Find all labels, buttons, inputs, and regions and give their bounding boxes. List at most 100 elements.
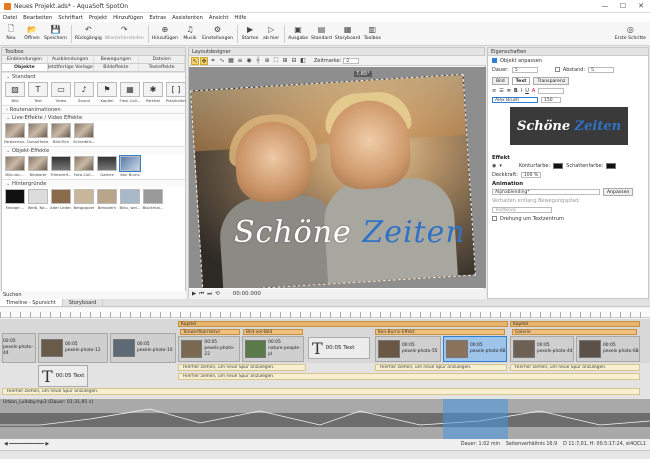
align-right-icon[interactable]: ≣ xyxy=(507,88,511,94)
bg-farbig[interactable]: Farbige ... xyxy=(5,189,25,210)
zoom-tool-icon[interactable]: ⊕ xyxy=(263,57,271,65)
tool-galerie[interactable]: Galerie xyxy=(97,156,117,177)
music-button[interactable]: ♫ Musik xyxy=(181,22,199,41)
tool-bild-film[interactable]: Bild-Film xyxy=(51,123,71,144)
auto-adjust-checkbox[interactable] xyxy=(492,58,497,63)
tab-texteffekte[interactable]: Texteffekte xyxy=(139,64,185,71)
tab-bild[interactable]: Bild xyxy=(492,76,509,85)
tool-farbverlauf[interactable]: Farbverlau... xyxy=(4,123,26,144)
section-objekt-effekte[interactable]: Objekt-Effekte xyxy=(2,146,185,154)
fit-tool-icon[interactable]: ⛶ xyxy=(272,57,280,65)
bold-icon[interactable]: B xyxy=(514,88,518,94)
camera-tool-icon[interactable]: ◉ xyxy=(245,57,253,65)
tool-schreibtisch[interactable]: Schreibtis... xyxy=(73,123,95,144)
tool-video[interactable]: ▭ Video xyxy=(51,82,71,103)
audio-selection[interactable] xyxy=(443,399,508,439)
contour-color-swatch[interactable] xyxy=(553,162,564,169)
play-icon[interactable]: ▶ xyxy=(192,291,196,297)
toolbox-view-button[interactable]: ▥ Toolbox xyxy=(363,22,381,41)
tab-einblendungen[interactable]: Einblendungen xyxy=(2,56,48,63)
clip-pexels-photo-22[interactable]: 00:05 pexels-photo-22 xyxy=(178,336,240,362)
guides-tool-icon[interactable]: ┼ xyxy=(254,57,262,65)
tool-sound[interactable]: ♪ Sound xyxy=(74,82,94,103)
zeitmarke-field[interactable]: 2 xyxy=(343,57,360,64)
play-from-here-button[interactable]: ▷ ab hier xyxy=(262,22,280,41)
tab-transparenz[interactable]: Transparenz xyxy=(533,76,570,85)
menu-schriftart[interactable]: Schriftart xyxy=(58,15,83,21)
clip-nature-people[interactable]: 00:05 nature-people-pl xyxy=(242,336,304,362)
menu-assistenten[interactable]: Assistenten xyxy=(172,15,203,21)
tool-ken-burns[interactable]: Ken Burns xyxy=(119,155,141,177)
tool-flexi-collage[interactable]: ▦ Flexi-Coll... xyxy=(120,82,140,103)
section-standard[interactable]: Standard xyxy=(2,72,185,80)
menu-datei[interactable]: Datei xyxy=(3,15,17,21)
tool-duka[interactable]: Duka/Hinte... xyxy=(27,123,49,144)
tool-partikel[interactable]: ✱ Partikel xyxy=(143,82,163,103)
grid-tool-icon[interactable]: ▦ xyxy=(227,57,235,65)
toolbox-search[interactable]: Suchen xyxy=(0,291,186,299)
effect-label-bild-vor-bild[interactable]: Bild-vor-Bild xyxy=(243,329,303,335)
start-button[interactable]: ▶ Starten xyxy=(241,22,259,41)
zoom-slider-icon[interactable]: ◀ ━━━━━━━━━━━━ ▶ xyxy=(4,442,49,447)
storyboard-view-button[interactable]: ▦ Storyboard xyxy=(335,22,360,41)
effect-label-galerie[interactable]: Galerie xyxy=(512,329,637,335)
undo-button[interactable]: ↶ Rückgängig xyxy=(75,22,102,41)
output-button[interactable]: ▣ Ausgabe xyxy=(288,22,308,41)
save-button[interactable]: 💾 Speichern xyxy=(44,22,67,41)
tab-vorlagen[interactable]: Jetztfertige Vorlagen xyxy=(48,64,94,71)
effect-label-tonwert[interactable]: Tonwertkorrektur xyxy=(180,329,240,335)
font-size-select[interactable]: 150 xyxy=(541,96,561,103)
preview-stage[interactable]: 7,85° Schöne Zeiten xyxy=(189,67,486,288)
first-steps-button[interactable]: ◎ Erste Schritte xyxy=(615,22,646,41)
bg-beroidern[interactable]: Beroidern xyxy=(97,189,117,210)
close-button[interactable]: ✕ xyxy=(632,0,650,13)
tool-bildkarte[interactable]: Bildkarte xyxy=(28,156,48,177)
redo-button[interactable]: ↷ Wiederherstellen xyxy=(105,22,144,41)
menu-bearbeiten[interactable]: Bearbeiten xyxy=(23,15,52,21)
color-picker[interactable] xyxy=(538,87,565,94)
tool-text[interactable]: T Text xyxy=(28,82,48,103)
menu-extras[interactable]: Extras xyxy=(149,15,166,21)
chapter-bar-1[interactable]: Kapitel xyxy=(178,321,508,327)
tool-platzhalter[interactable]: [ ] Platzhalter xyxy=(166,82,186,103)
menu-projekt[interactable]: Projekt xyxy=(89,15,107,21)
bg-leder[interactable]: Alter Leder... xyxy=(50,189,72,210)
path-tool-icon[interactable]: ∿ xyxy=(218,57,226,65)
font-color-icon[interactable]: A xyxy=(532,88,535,94)
drop-hint[interactable]: Hierher ziehen, um neue Spur anzulegen. xyxy=(178,364,306,371)
path-behaviour-select[interactable]: Textblock xyxy=(492,206,552,213)
menu-ansicht[interactable]: Ansicht xyxy=(209,15,229,21)
tool-foto-collage[interactable]: Foto-Coll... xyxy=(74,156,94,177)
tab-timeline[interactable]: Timeline - Spursicht xyxy=(0,299,63,306)
duration-field[interactable]: 5 xyxy=(511,66,538,73)
align-tool-icon[interactable]: ≡ xyxy=(236,57,244,65)
abstand-field[interactable]: 5 xyxy=(588,66,615,73)
effect-dropdown-icon[interactable]: ▾ xyxy=(499,163,502,169)
minimize-button[interactable]: — xyxy=(596,0,614,13)
bg-weiss[interactable]: Weiß, Na... xyxy=(28,189,48,210)
lock-tool-icon[interactable]: ⊟ xyxy=(290,57,298,65)
step-forward-icon[interactable]: ⏭ xyxy=(207,291,212,298)
crop-tool-icon[interactable]: ⌗ xyxy=(209,57,217,65)
section-live-effekte[interactable]: Live-Effekte / Video Effekte xyxy=(2,113,185,121)
section-routenanimationen[interactable]: Routenanimationen xyxy=(2,105,185,113)
snap-tool-icon[interactable]: ⊞ xyxy=(281,57,289,65)
align-left-icon[interactable]: ≡ xyxy=(492,88,496,94)
new-button[interactable]: 🗋 Neu xyxy=(2,22,20,42)
tab-dateien[interactable]: Dateien xyxy=(139,56,185,63)
rotate-center-checkbox[interactable] xyxy=(492,216,497,221)
step-back-icon[interactable]: ⏮ xyxy=(199,291,204,298)
animation-select[interactable]: Alphablending* xyxy=(492,188,600,195)
drop-hint[interactable]: Hierher ziehen, um neue Spur anzulegen. xyxy=(510,364,640,371)
select-tool-icon[interactable]: ↖ xyxy=(191,56,199,65)
tool-kapitel[interactable]: ⚑ Kapitel xyxy=(97,82,117,103)
abstand-checkbox[interactable] xyxy=(554,67,560,72)
effect-icon[interactable]: ◉ xyxy=(492,163,496,169)
clip-pexels-photo-68-selected[interactable]: 00:05 pexels-photo-68 xyxy=(443,336,507,362)
section-hintergruende[interactable]: Hintergründe xyxy=(2,179,185,187)
tab-storyboard[interactable]: Storyboard xyxy=(63,299,104,306)
tool-filmstreifen[interactable]: Filmstreif... xyxy=(51,156,71,177)
bg-blockmal[interactable]: Blockmal... xyxy=(143,189,163,210)
font-family-select[interactable]: Alex Brush xyxy=(492,96,538,103)
tab-objekte[interactable]: Objekte xyxy=(2,64,48,71)
